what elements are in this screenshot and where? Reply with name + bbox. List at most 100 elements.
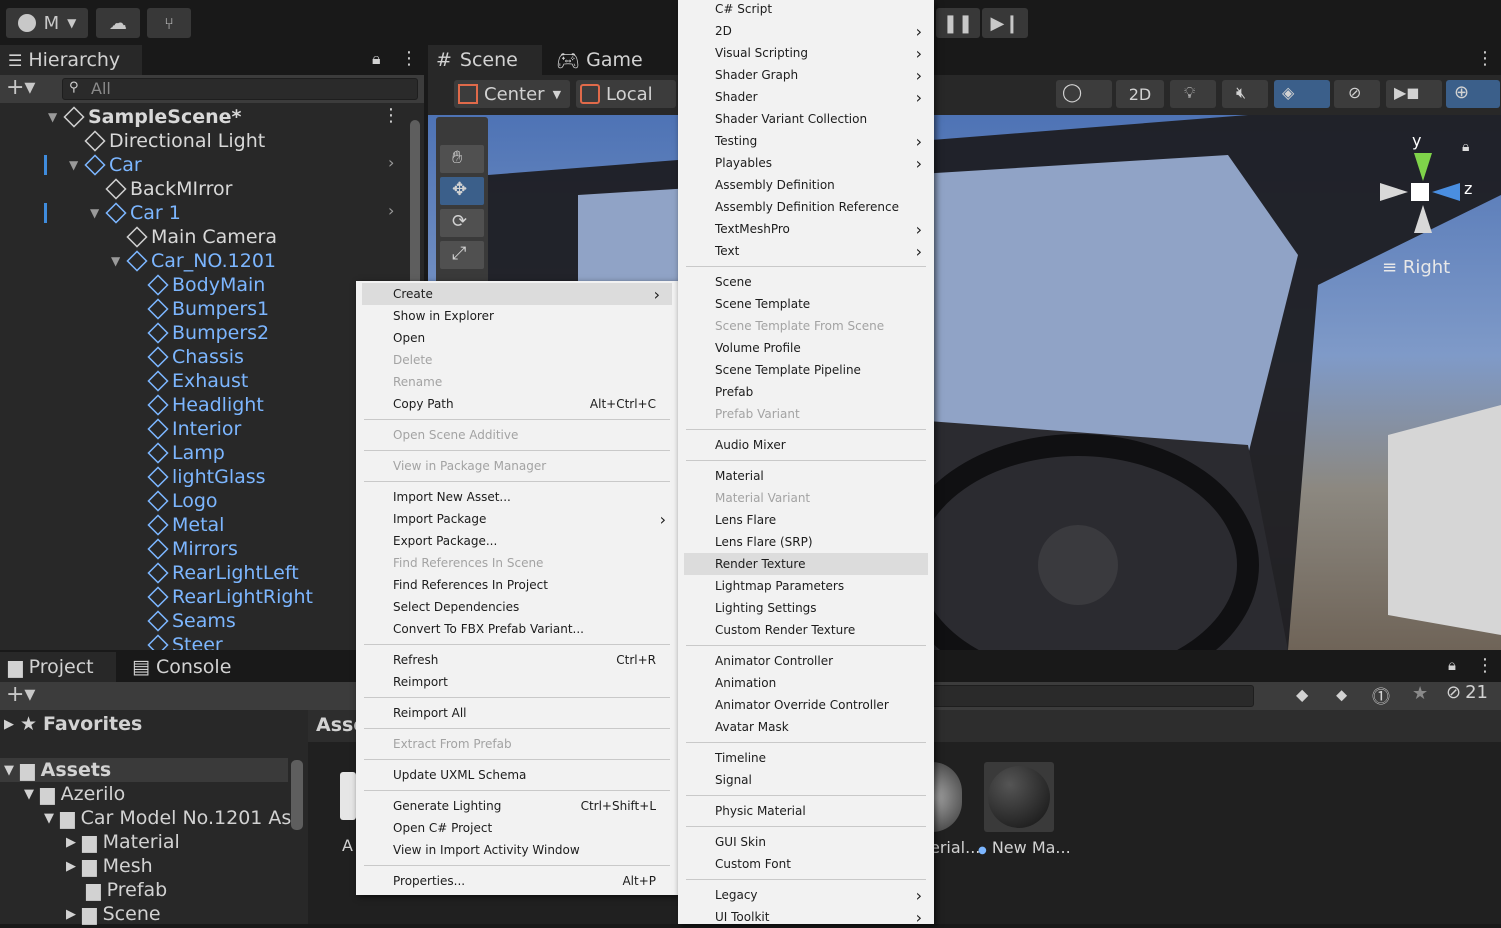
tab-project[interactable]: ▆ Project — [0, 652, 116, 682]
camera-dropdown[interactable]: ▶◼ — [1386, 80, 1442, 108]
menu-item[interactable]: View in Import Activity Window — [356, 839, 678, 861]
menu-item[interactable]: Testing › — [678, 130, 934, 152]
orientation-gizmo[interactable]: y z — [1378, 131, 1498, 275]
scene-visibility-toggle[interactable]: ⊘ — [1334, 80, 1380, 108]
menu-item[interactable]: Export Package... — [356, 530, 678, 552]
menu-item[interactable]: Import New Asset... — [356, 486, 678, 508]
lock-icon[interactable]: 🔒︎ — [372, 49, 381, 69]
menu-item[interactable]: Legacy › — [678, 884, 934, 906]
material-thumbnail[interactable] — [932, 762, 962, 832]
menu-item[interactable]: Lighting Settings — [678, 597, 934, 619]
add-button[interactable]: +▾ — [6, 682, 35, 707]
hierarchy-item[interactable]: Directional Light — [69, 129, 265, 153]
menu-item[interactable]: Playables › — [678, 152, 934, 174]
chevron-right-icon[interactable]: › — [388, 201, 394, 220]
hierarchy-item[interactable]: Metal — [132, 513, 224, 537]
gizmo-center[interactable] — [1411, 183, 1429, 201]
prefab-folder[interactable]: ▆ Prefab — [86, 878, 167, 902]
expand-arrow-icon[interactable]: ▼ — [69, 158, 85, 172]
project-search-input[interactable] — [932, 685, 1254, 707]
menu-item[interactable]: Import Package › — [356, 508, 678, 530]
tab-hierarchy[interactable]: ☰ Hierarchy — [0, 45, 142, 75]
audio-toggle[interactable]: 🔇︎ — [1222, 80, 1268, 108]
hierarchy-item[interactable]: ▼ SampleScene* — [48, 105, 241, 129]
menu-item[interactable]: Assembly Definition — [678, 174, 934, 196]
menu-item[interactable]: Open — [356, 327, 678, 349]
menu-item[interactable]: UI Toolkit › — [678, 906, 934, 928]
hierarchy-item[interactable]: Bumpers2 — [132, 321, 269, 345]
hand-tool-button[interactable]: ✋︎ — [440, 145, 484, 173]
expand-arrow-icon[interactable]: ▼ — [48, 110, 64, 124]
menu-item[interactable]: Material — [678, 465, 934, 487]
hierarchy-item[interactable]: Logo — [132, 489, 218, 513]
hierarchy-item[interactable]: Lamp — [132, 441, 225, 465]
hierarchy-item[interactable]: RearLightRight — [132, 585, 313, 609]
gizmo-z-axis[interactable] — [1432, 183, 1460, 201]
hierarchy-item[interactable]: Steer — [132, 633, 223, 650]
more-icon[interactable]: ⋮ — [1476, 48, 1494, 69]
asset-thumbnail[interactable] — [340, 772, 356, 820]
hierarchy-item[interactable]: Bumpers1 — [132, 297, 269, 321]
expand-arrow-icon[interactable]: ▼ — [111, 254, 127, 268]
menu-item[interactable]: Custom Render Texture — [678, 619, 934, 641]
menu-item[interactable]: Shader › — [678, 86, 934, 108]
tab-game[interactable]: 🎮︎ Game — [548, 45, 658, 75]
hierarchy-item[interactable]: lightGlass — [132, 465, 266, 489]
add-button[interactable]: +▾ — [6, 75, 35, 100]
menu-item[interactable]: Text › — [678, 240, 934, 262]
mesh-folder[interactable]: ▶ ▆ Mesh — [66, 854, 153, 878]
collab-button[interactable]: ⑂ — [147, 8, 191, 38]
menu-item[interactable]: Shader Variant Collection — [678, 108, 934, 130]
scale-tool-button[interactable]: ⤢ — [440, 241, 484, 269]
pause-button[interactable]: ❚❚ — [936, 8, 980, 38]
hierarchy-item[interactable]: Interior — [132, 417, 241, 441]
menu-item[interactable]: 2D › — [678, 20, 934, 42]
expand-arrow-icon[interactable]: ▼ — [90, 206, 106, 220]
tab-scene[interactable]: # Scene — [428, 45, 542, 75]
menu-item[interactable]: TextMeshPro › — [678, 218, 934, 240]
menu-item[interactable]: GUI Skin — [678, 831, 934, 853]
hierarchy-item[interactable]: ▼ Car_NO.1201 — [111, 249, 276, 273]
more-icon[interactable]: ⋮ — [1476, 655, 1494, 676]
menu-item[interactable]: Volume Profile — [678, 337, 934, 359]
menu-item[interactable]: Update UXML Schema — [356, 764, 678, 786]
gizmo-y-axis[interactable] — [1414, 153, 1432, 181]
menu-item[interactable]: Timeline — [678, 747, 934, 769]
lock-icon[interactable]: 🔒︎ — [1462, 139, 1469, 155]
menu-item[interactable]: Open C# Project — [356, 817, 678, 839]
warning-icon[interactable]: ⓵ — [1372, 683, 1390, 709]
menu-item[interactable]: Scene Template — [678, 293, 934, 315]
menu-item[interactable]: Animation — [678, 672, 934, 694]
more-icon[interactable]: ⋮ — [400, 48, 418, 69]
project-tree-scrollbar[interactable] — [290, 740, 304, 924]
lock-icon[interactable]: 🔒︎ — [1448, 656, 1456, 674]
menu-item[interactable]: Prefab — [678, 381, 934, 403]
menu-item[interactable]: Reimport — [356, 671, 678, 693]
car-model-folder[interactable]: ▼ ▆ Car Model No.1201 As — [44, 806, 291, 830]
menu-item[interactable]: Convert To FBX Prefab Variant... — [356, 618, 678, 640]
account-button[interactable]: M ▼ — [6, 8, 88, 38]
search-by-type-icon[interactable]: ◆ — [1296, 685, 1308, 704]
scene-folder[interactable]: ▶ ▆ Scene — [66, 902, 161, 926]
menu-item[interactable]: Animator Controller — [678, 650, 934, 672]
hierarchy-item[interactable]: ▼ Car 1 — [90, 201, 181, 225]
menu-item[interactable]: Shader Graph › — [678, 64, 934, 86]
menu-item[interactable]: Physic Material — [678, 800, 934, 822]
menu-item[interactable]: Reimport All — [356, 702, 678, 724]
menu-item[interactable]: Render Texture — [684, 553, 928, 575]
menu-item[interactable]: Copy Path Alt+Ctrl+C — [356, 393, 678, 415]
menu-item[interactable]: Scene — [678, 271, 934, 293]
menu-item[interactable]: Show in Explorer — [356, 305, 678, 327]
menu-item[interactable]: Lightmap Parameters — [678, 575, 934, 597]
view-label[interactable]: ≡ Right — [1382, 257, 1450, 278]
hierarchy-item[interactable]: Headlight — [132, 393, 264, 417]
hierarchy-item[interactable]: ▼ Car — [69, 153, 142, 177]
material-folder[interactable]: ▶ ▆ Material — [66, 830, 180, 854]
hierarchy-item[interactable]: BackMIrror — [90, 177, 232, 201]
menu-item[interactable]: Lens Flare (SRP) — [678, 531, 934, 553]
tab-console[interactable]: ▤ Console — [124, 652, 244, 682]
menu-item[interactable]: Signal — [678, 769, 934, 791]
menu-item[interactable]: Visual Scripting › — [678, 42, 934, 64]
menu-item[interactable]: C# Script — [678, 0, 934, 20]
new-material-thumbnail[interactable] — [984, 762, 1054, 832]
